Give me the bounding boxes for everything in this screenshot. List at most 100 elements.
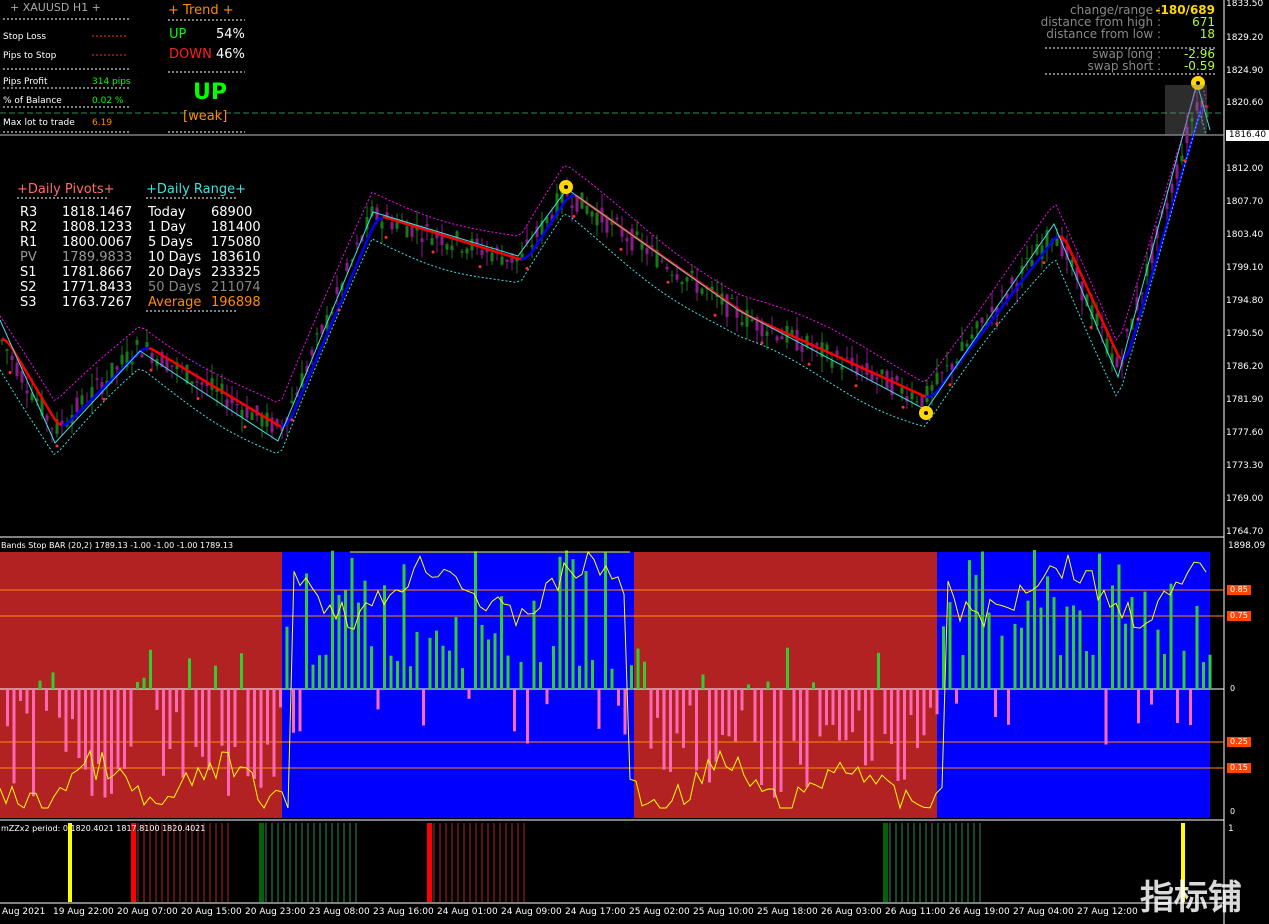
osc-histogram-bar [890,689,893,744]
osc-histogram-bar [526,689,529,744]
moving-average [820,347,825,352]
osc-histogram-bar [181,689,185,778]
osc-histogram-bar [1150,689,1153,705]
candle-body [570,205,574,209]
price-tick: 1799.10 [1226,263,1264,273]
moving-average [880,375,885,379]
candle-body [530,245,534,248]
osc-histogram-bar [1111,585,1114,689]
moving-average [787,332,792,337]
moving-average [1,337,6,342]
osc-histogram-bar [292,689,295,733]
candle-body [895,376,899,381]
candle-body [990,306,994,313]
moving-average [814,345,819,349]
candle-body [1175,164,1179,179]
osc-histogram-bar [259,689,263,788]
osc-histogram-bar [110,689,113,794]
moving-average [850,361,855,366]
candle-body [1165,203,1169,209]
moving-average [508,254,513,258]
moving-average [348,272,355,281]
osc-histogram-bar [168,689,172,749]
candle-body [115,366,119,370]
moving-average [546,222,553,229]
osc-histogram-bar [1007,689,1010,725]
moving-average [345,279,352,288]
osc-histogram-bar [448,650,451,689]
osc-histogram-bar [38,680,42,689]
osc-histogram-bar [1124,623,1127,689]
osc-histogram-bar [630,665,633,689]
table-row-value: 1808.1233 [62,220,133,235]
moving-average [523,255,528,260]
moving-average [454,237,459,242]
moving-average [805,341,810,345]
candle-body [500,256,504,265]
swing-marker-dot [564,185,568,189]
osc-max-label: 1898.09 [1228,541,1266,551]
osc-histogram-bar [32,689,35,797]
table-row-label: R1 [20,235,38,250]
zz-bar [883,823,888,902]
candle-body [505,259,509,263]
candle-body [825,344,829,351]
osc-title: Bands Stop BAR (20,2) 1789.13 -1.00 -1.0… [1,541,234,550]
moving-average [94,392,99,398]
osc-histogram-bar [851,689,854,733]
moving-average [1123,354,1128,360]
candle-body [945,365,949,367]
moving-average [448,235,453,240]
price-tick: 1820.60 [1226,98,1264,108]
zz-bar [131,823,136,902]
candle-body [645,248,649,255]
pivots-title: +Daily Pivots+ [17,182,115,197]
chart-canvas[interactable] [0,0,1269,924]
candle-body [430,238,434,245]
osc-histogram-bar [305,573,308,689]
moving-average [898,383,903,388]
moving-average [1033,260,1038,267]
candle-body [970,334,974,339]
candle-body [135,339,139,345]
osc-histogram-bar [1208,654,1212,689]
candle-body [80,395,84,405]
moving-average [832,353,837,358]
moving-average [175,362,180,367]
moving-average [856,364,861,368]
candle-body [765,331,769,336]
moving-average [853,362,858,367]
osc-histogram-bar [402,564,406,689]
price-tick: 1769.00 [1226,494,1264,504]
moving-average [229,395,234,400]
osc-histogram-bar [974,575,978,689]
moving-average [514,256,519,260]
candle-body [315,333,319,335]
moving-average [199,377,204,381]
price-tick: 1781.90 [1226,395,1264,405]
osc-histogram-bar [597,689,601,729]
moving-average [838,356,843,360]
osc-histogram-bar [136,681,139,689]
moving-average [379,215,384,220]
moving-average [565,196,570,202]
moving-average [442,234,447,238]
osc-histogram-bar [279,689,282,708]
osc-histogram-bar [831,689,835,725]
moving-average [232,396,237,401]
trend-up-value: 54% [216,27,245,42]
moving-average [79,407,84,412]
candle-body [585,205,589,214]
osc-histogram-bar [669,689,672,772]
osc-histogram-bar [344,590,347,689]
zz-bar [427,823,432,902]
moving-average [913,390,918,394]
moving-average [271,420,276,425]
candle-body [635,231,639,235]
moving-average [244,404,249,409]
moving-average [33,385,40,393]
signal-dot [572,214,576,218]
moving-average [874,372,879,377]
moving-average [781,330,786,334]
table-row-value: 1771.8433 [62,280,133,295]
